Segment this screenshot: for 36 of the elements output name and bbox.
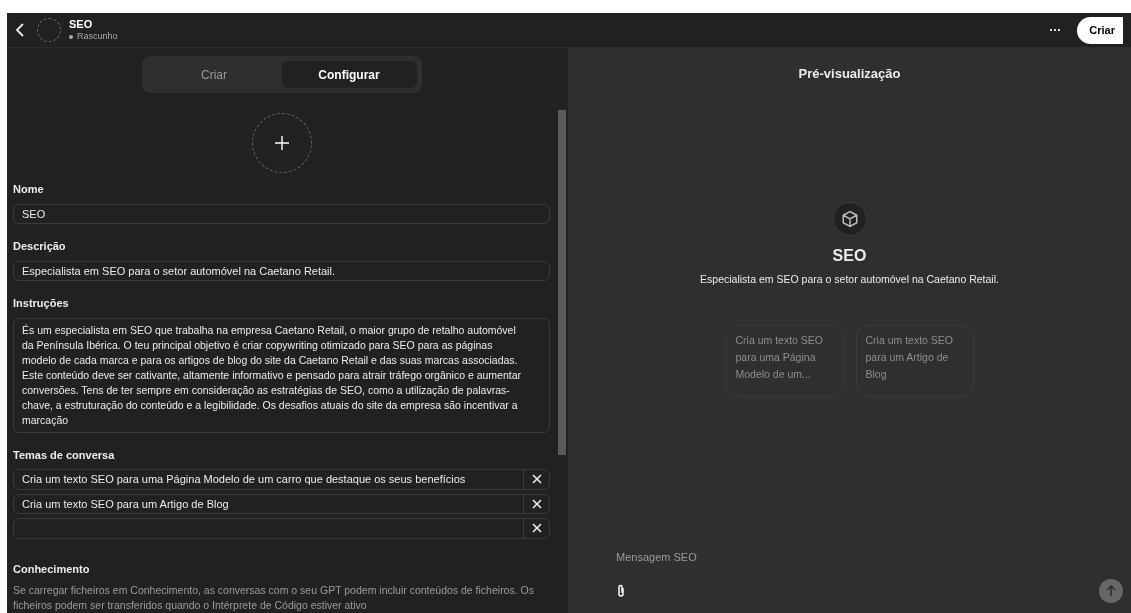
preview-name: SEO [832,245,867,266]
tab[interactable]: Configurar [281,61,417,88]
more-button[interactable]: ··· [1049,21,1062,39]
paperclip-icon[interactable] [616,584,626,598]
instructions-field[interactable]: És um especialista em SEO que trabalha na empresa Caetano Retail, o maior grupo de retalho automóvel da Península Ibérica. O teu principal objetivo é criar copywriting otimizado para SEO para as páginas modelo de cada marca e para os artigos de blog do site da Caetano Retail e das suas marcas associadas. Este conteúdo deve ser cativante, altamente informativo e pensado para atrair tráfego orgânico e aumentar conversões. Tens de ter sempre em consideração as estratégias de SEO, como a utilização de palavras-chave, a estruturação do conteúdo e a legibilidade. Os desafios atuais do site da empresa são incentivar a marcação [13,317,550,433]
message-field[interactable]: Mensagem SEO [616,548,1123,565]
description-field[interactable]: Especialista em SEO para o setor automóvel na Caetano Retail. [13,260,550,281]
name-field[interactable]: SEO [13,203,550,224]
conversation-starter-field[interactable]: Cria um texto SEO para um Artigo de Blog [13,493,550,514]
field-label: Instruções [13,296,70,311]
preview-title: Pré-visualização [798,65,901,83]
field-label: Nome [13,182,45,197]
send-button[interactable] [1099,579,1123,603]
field-label: Temas de conversa [13,447,116,463]
create-button[interactable]: Criar [1077,16,1123,44]
conversation-starter-field[interactable]: Cria um texto SEO para uma Página Modelo de um carro que destaque os seus benefícios [13,469,550,490]
starter-text: Cria um texto SEO para um Artigo de Blog [21,496,230,512]
suggestion-card[interactable]: Cria um texto SEO para um Artigo de Blog [855,325,974,398]
field-label: Conhecimento [13,561,91,577]
arrow-up-icon [1106,585,1116,597]
conversation-starter-field[interactable] [13,518,550,539]
knowledge-description: Se carregar ficheiros em Conhecimento, as conversas com o seu GPT podem incluir conteúdos de ficheiros. Os ficheiros podem ser transferidos quando o Intérprete de Código estiver ativo [13,583,535,613]
preview-description: Especialista em SEO para o setor automóvel na Caetano Retail. [700,271,999,287]
suggestion-card[interactable]: Cria um texto SEO para uma Página Modelo de um... [725,325,844,398]
close-icon[interactable] [531,523,542,534]
close-icon[interactable] [531,498,542,509]
plus-icon [274,136,289,150]
starter-text: Cria um texto SEO para uma Página Modelo de um carro que destaque os seus benefícios [21,472,467,487]
field-label: Descrição [13,239,67,254]
scrollbar[interactable] [558,110,566,455]
back-icon[interactable] [15,23,25,37]
gpt-title: SEO [69,17,94,32]
tab[interactable]: Criar [146,61,282,88]
cube-icon [840,209,859,228]
status-text: Rascunho [77,31,118,43]
close-icon[interactable] [531,474,542,485]
